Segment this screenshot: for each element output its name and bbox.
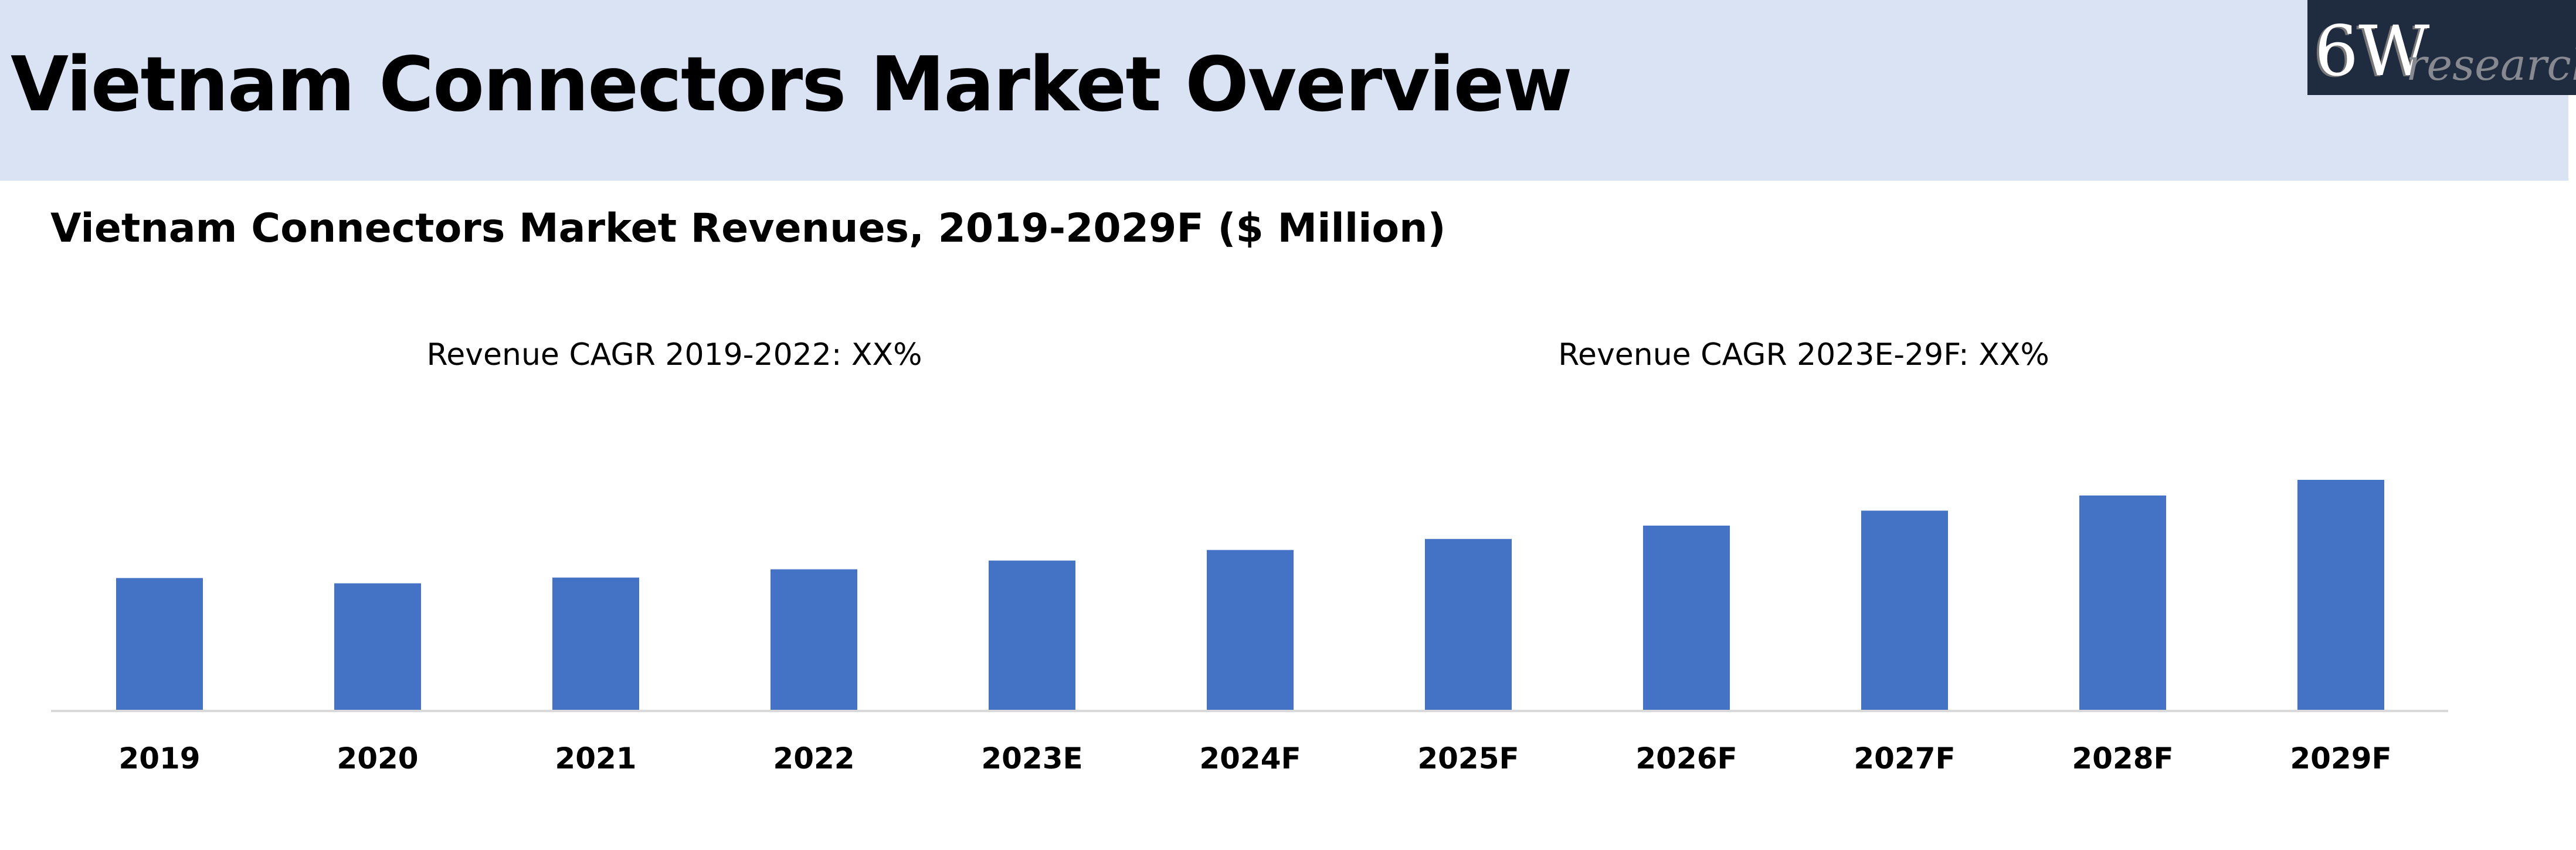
bar-2027F xyxy=(1861,510,1948,710)
bar-2024F xyxy=(1207,550,1294,710)
x-tick-label: 2022 xyxy=(773,741,854,776)
bar-2025F xyxy=(1425,539,1512,710)
bar-2023E xyxy=(989,560,1075,710)
bar-2026F xyxy=(1643,526,1730,710)
x-tick-label: 2020 xyxy=(337,741,418,776)
bar-2029F xyxy=(2297,480,2384,710)
bar-2028F xyxy=(2079,495,2166,710)
x-tick-label: 2027F xyxy=(1854,741,1955,776)
bar-2022 xyxy=(771,569,857,710)
bar-2021 xyxy=(552,577,639,710)
bar-2020 xyxy=(334,583,421,710)
bar-chart: 2019 2020 2021 2022 2023E 2024F 2025F 2026F 2027… xyxy=(51,480,2448,776)
x-tick-label: 2025F xyxy=(1417,741,1519,776)
x-tick-label: 2026F xyxy=(1635,741,1737,776)
x-tick-label: 2029F xyxy=(2290,741,2391,776)
x-tick-label: 2028F xyxy=(2072,741,2173,776)
x-tick-label: 2021 xyxy=(555,741,636,776)
bar-2019 xyxy=(116,578,203,710)
x-tick-label: 2023E xyxy=(981,741,1082,776)
x-tick-label: 2019 xyxy=(118,741,200,776)
x-tick-label: 2024F xyxy=(1199,741,1301,776)
